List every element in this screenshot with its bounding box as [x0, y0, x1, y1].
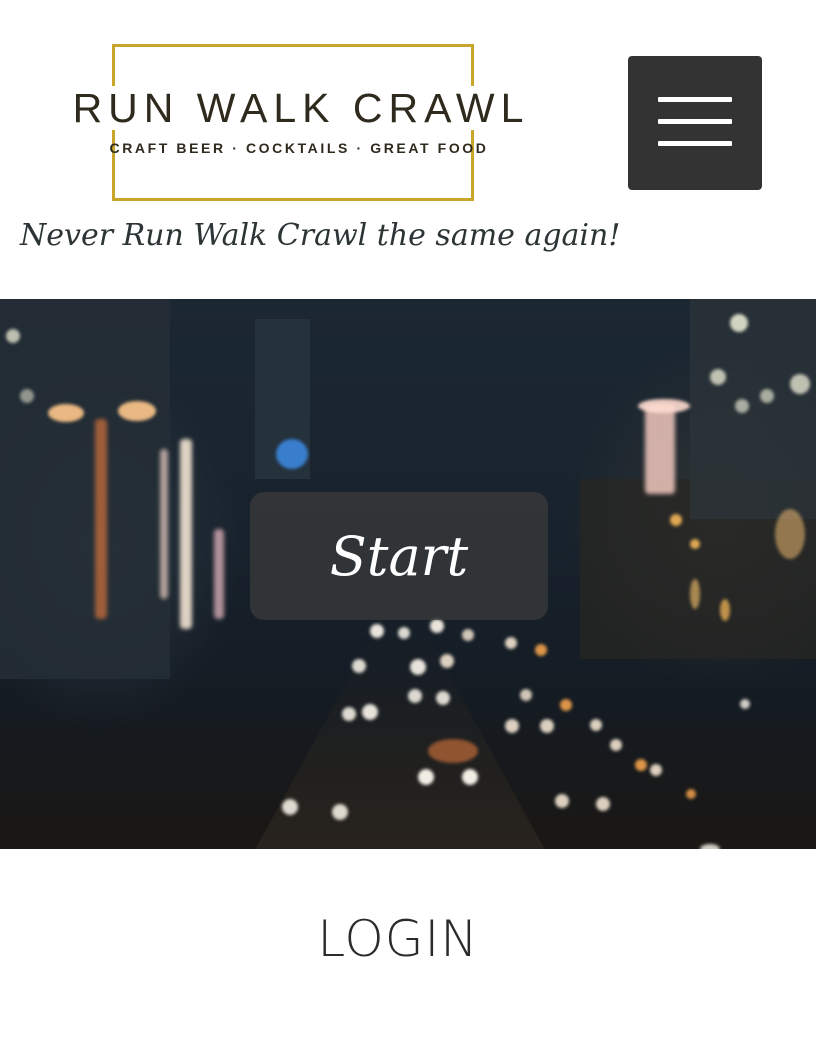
street: [250, 629, 550, 849]
page: RUN WALK CRAWL CRAFT BEER · COCKTAILS · …: [0, 0, 816, 1056]
site-tagline: Never Run Walk Crawl the same again!: [20, 218, 621, 253]
logo-title: RUN WALK CRAWL: [60, 86, 542, 130]
hero-banner: Start: [0, 299, 816, 849]
start-button[interactable]: Start: [250, 492, 548, 620]
menu-button[interactable]: [628, 56, 762, 190]
start-button-label: Start: [329, 524, 469, 588]
logo-tagline: CRAFT BEER · COCKTAILS · GREAT FOOD: [109, 140, 489, 156]
login-link[interactable]: LOGIN: [0, 910, 796, 968]
